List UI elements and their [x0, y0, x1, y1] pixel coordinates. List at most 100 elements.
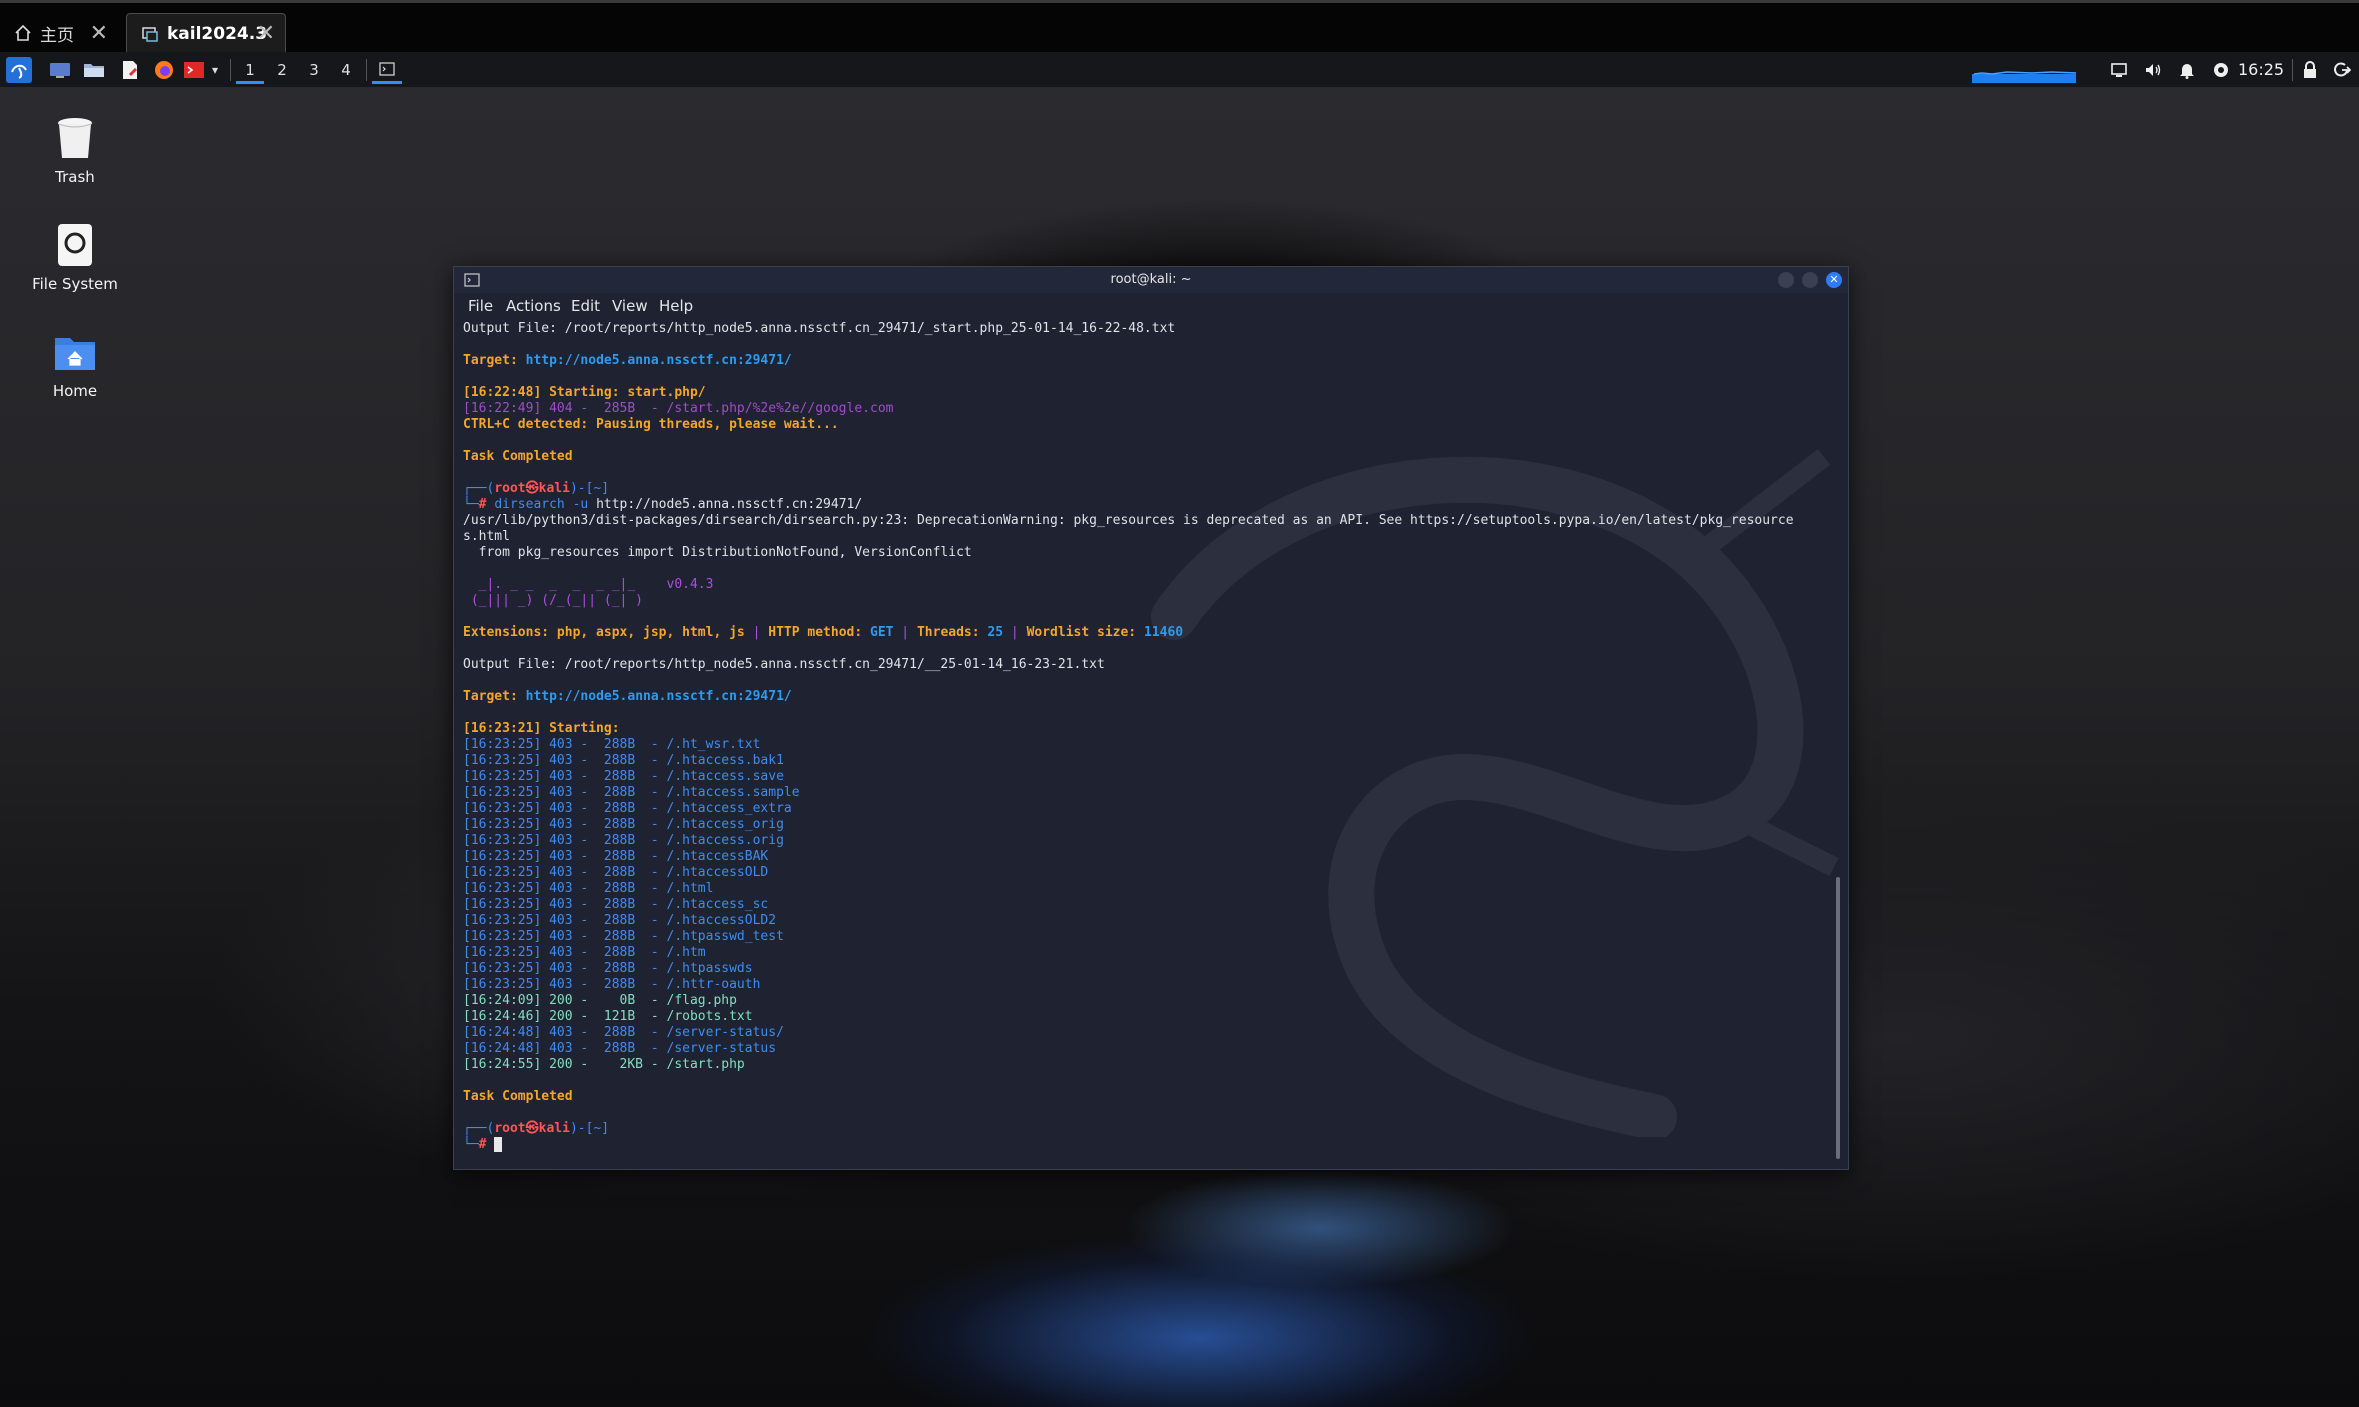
terminal-text: (_||| _) (/_(_|| (_| ) [463, 593, 644, 608]
kali-menu-icon[interactable] [6, 57, 32, 83]
terminal-line: [16:24:09] 200 - 0B - /flag.php [463, 993, 1829, 1009]
terminal-line: [16:23:21] Starting: [463, 721, 1829, 737]
terminal-text: [16:23:25] 403 - 288B - /.htaccess.sampl… [463, 785, 800, 800]
terminal-text: [16:23:25] 403 - 288B - /.htaccess.save [463, 769, 784, 784]
terminal-icon [379, 61, 395, 76]
terminal-text: 25 [987, 625, 1004, 640]
terminal-line: [16:24:55] 200 - 2KB - /start.php [463, 1057, 1829, 1073]
text-editor-icon[interactable] [118, 57, 142, 83]
scrollbar-thumb[interactable] [1836, 877, 1840, 1159]
terminal-text: Output File: /root/reports/http_node5.an… [463, 321, 1176, 336]
terminal-line: Target: http://node5.anna.nssctf.cn:2947… [463, 353, 1829, 369]
terminal-window[interactable]: root@kali: ~ ✕ File Actions Edit View He… [453, 266, 1849, 1170]
terminal-line: ┌──(root㉿kali)-[~] [463, 1121, 1829, 1137]
desktop-icon-home[interactable]: Home [20, 328, 130, 400]
terminal-line: [16:23:25] 403 - 288B - /.htaccess_extra [463, 801, 1829, 817]
firefox-icon[interactable] [152, 57, 176, 83]
menu-actions[interactable]: Actions [506, 297, 561, 315]
terminal-text: | [744, 625, 769, 640]
terminal-text: /usr/lib/python3/dist-packages/dirsearch… [463, 513, 1794, 528]
terminal-text: ┌──( [463, 1121, 495, 1136]
terminal-text: [16:23:25] 403 - 288B - /.htaccess.bak1 [463, 753, 784, 768]
terminal-text: | [1003, 625, 1027, 640]
terminal-red-icon[interactable] [182, 57, 206, 83]
terminal-output[interactable]: Output File: /root/reports/http_node5.an… [463, 321, 1829, 1161]
panel-separator [366, 59, 367, 81]
close-icon[interactable]: ✕ [90, 21, 108, 46]
taskbar-terminal-button[interactable] [372, 56, 402, 84]
maximize-button[interactable] [1802, 272, 1818, 288]
terminal-text: v0.4.3 [666, 577, 714, 592]
notification-bell-icon[interactable] [2176, 57, 2198, 83]
terminal-titlebar[interactable]: root@kali: ~ ✕ [454, 267, 1848, 293]
terminal-text: Task Completed [463, 449, 573, 464]
terminal-line: ┌──(root㉿kali)-[~] [463, 481, 1829, 497]
terminal-scrollbar[interactable] [1832, 323, 1844, 1163]
show-desktop-icon[interactable] [48, 57, 72, 83]
menu-edit[interactable]: Edit [571, 297, 600, 315]
terminal-line: CTRL+C detected: Pausing threads, please… [463, 417, 1829, 433]
terminal-text: [16:22:48] Starting: start.php/ [463, 385, 706, 400]
terminal-text: Task Completed [463, 1089, 573, 1104]
terminal-text: [16:24:55] 200 - 2KB - /start.php [463, 1057, 745, 1072]
terminal-text: root㉿kali [494, 481, 570, 496]
host-tab-label: 主页 [40, 25, 74, 46]
terminal-text: └─ [463, 1137, 479, 1152]
workspace-4[interactable]: 4 [332, 58, 360, 84]
terminal-text: http://node5.anna.nssctf.cn:29471/ [525, 689, 792, 704]
host-tab-home[interactable]: 主页 ✕ [0, 13, 118, 53]
menu-view[interactable]: View [612, 297, 648, 315]
power-manager-icon[interactable] [2210, 57, 2232, 83]
network-monitor-graph [1972, 71, 2080, 83]
chevron-down-icon[interactable]: ▾ [208, 57, 222, 83]
terminal-text: [16:24:09] 200 - 0B - /flag.php [463, 993, 737, 1008]
close-button[interactable]: ✕ [1826, 272, 1842, 288]
terminal-line: [16:24:48] 403 - 288B - /server-status [463, 1041, 1829, 1057]
menu-help[interactable]: Help [659, 297, 693, 315]
terminal-text: Target: [463, 353, 526, 368]
terminal-text: # [478, 1137, 495, 1152]
terminal-line: from pkg_resources import DistributionNo… [463, 545, 1829, 561]
desktop-icon-filesystem[interactable]: File System [20, 221, 130, 293]
lock-icon[interactable] [2298, 57, 2322, 83]
terminal-line: Task Completed [463, 1089, 1829, 1105]
close-icon[interactable]: ✕ [257, 21, 275, 46]
host-tab-bar: 主页 ✕ kail2024.3 ✕ [0, 0, 2359, 53]
home-folder-icon [51, 328, 99, 376]
terminal-line: [16:23:25] 403 - 288B - /.htpasswds [463, 961, 1829, 977]
terminal-text: )-[~] [569, 1121, 610, 1136]
terminal-line: [16:22:49] 404 - 285B - /start.php/%2e%2… [463, 401, 1829, 417]
terminal-text: [16:23:25] 403 - 288B - /.htaccessBAK [463, 849, 769, 864]
terminal-line: [16:23:25] 403 - 288B - /.httr-oauth [463, 977, 1829, 993]
workspace-1[interactable]: 1 [236, 58, 264, 84]
terminal-menubar: File Actions Edit View Help [454, 293, 1848, 319]
terminal-text: [16:24:46] 200 - 121B - /robots.txt [463, 1009, 753, 1024]
minimize-button[interactable] [1778, 272, 1794, 288]
terminal-text: [16:23:25] 403 - 288B - /.htaccess_orig [463, 817, 784, 832]
terminal-line: [16:22:48] Starting: start.php/ [463, 385, 1829, 401]
terminal-text: [16:23:25] 403 - 288B - /.htaccessOLD [463, 865, 769, 880]
desktop-icon-trash[interactable]: Trash [20, 114, 130, 186]
file-manager-icon[interactable] [82, 57, 106, 83]
panel-clock[interactable]: 16:25 [2238, 60, 2284, 79]
terminal-text: Threads: [916, 625, 988, 640]
workspace-3[interactable]: 3 [300, 58, 328, 84]
host-tab-vm[interactable]: kail2024.3 ✕ [126, 13, 286, 53]
terminal-title: root@kali: ~ [1110, 272, 1192, 287]
terminal-line: _|. _ _ _ _ _ _|_ v0.4.3 [463, 577, 1829, 593]
terminal-line: /usr/lib/python3/dist-packages/dirsearch… [463, 513, 1829, 529]
terminal-text: [16:23:25] 403 - 288B - /.htm [463, 945, 706, 960]
workspace-2[interactable]: 2 [268, 58, 296, 84]
terminal-text: | [893, 625, 917, 640]
volume-icon[interactable] [2142, 57, 2164, 83]
display-icon[interactable] [2108, 57, 2130, 83]
menu-file[interactable]: File [468, 297, 493, 315]
logout-icon[interactable] [2330, 57, 2354, 83]
